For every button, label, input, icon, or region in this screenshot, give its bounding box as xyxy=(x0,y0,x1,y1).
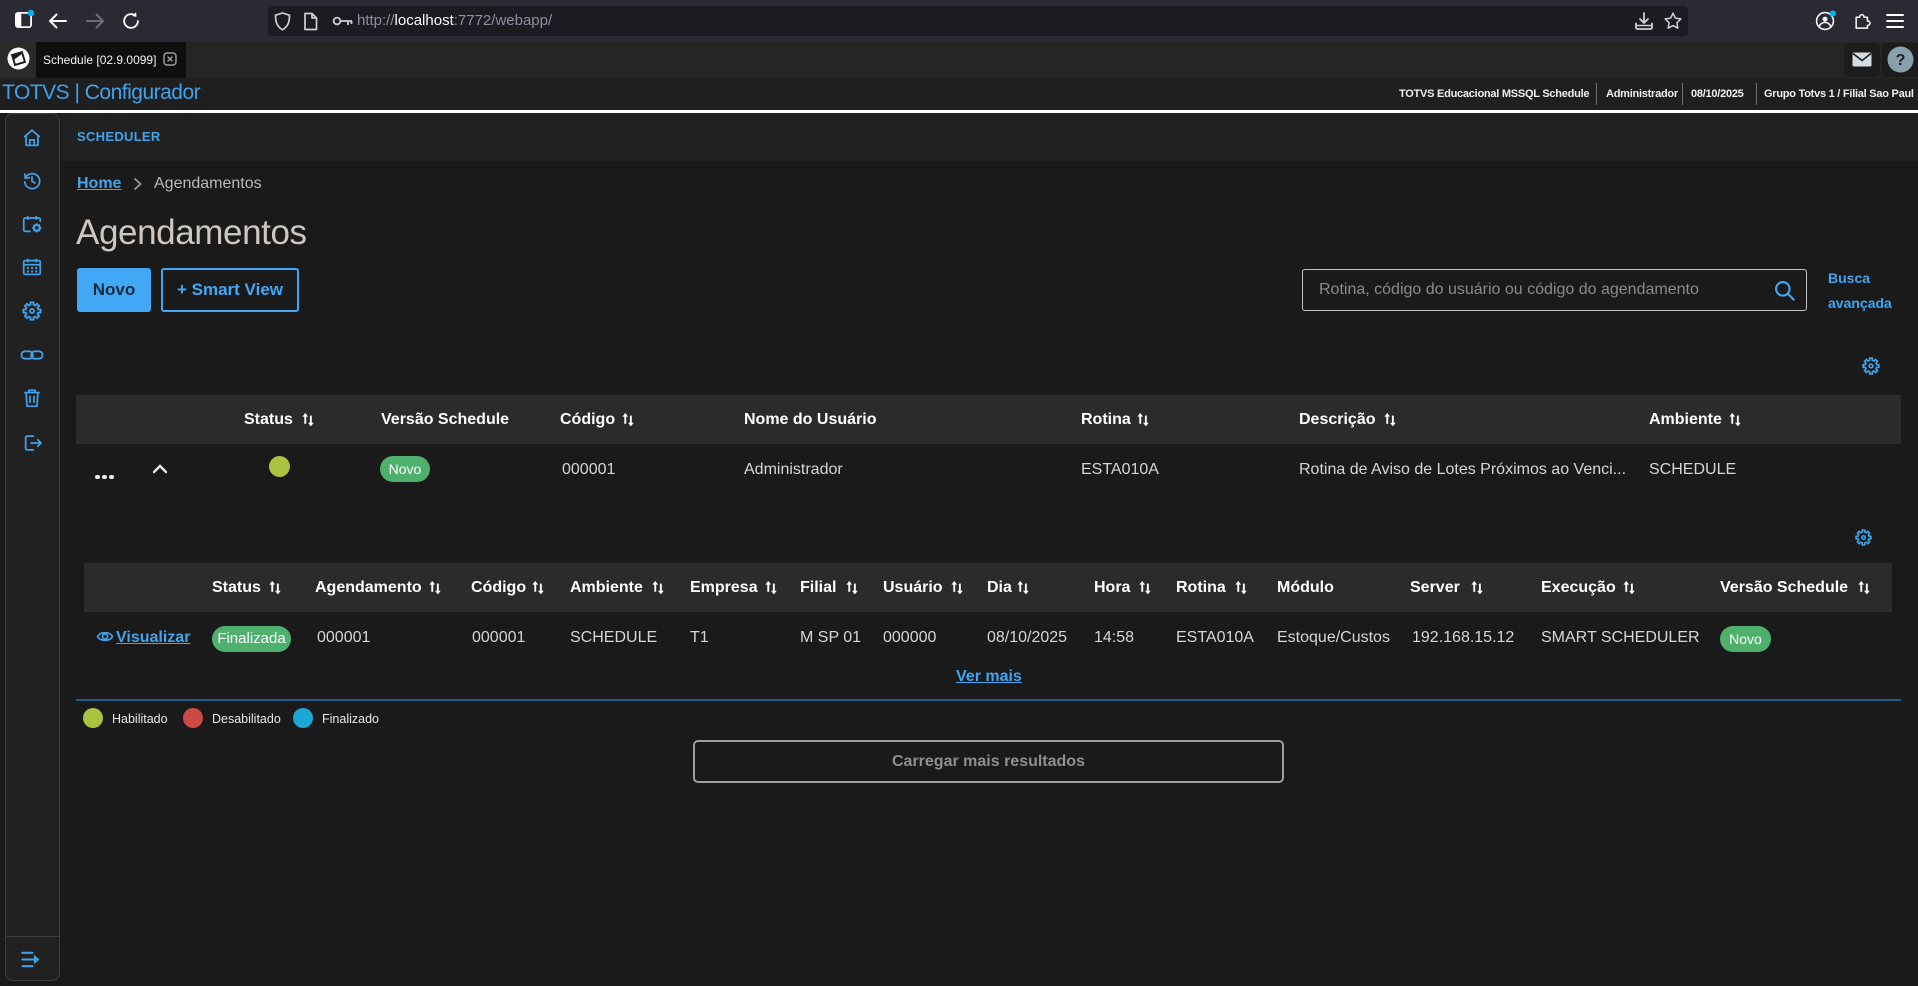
svg-text:?: ? xyxy=(1896,52,1906,69)
